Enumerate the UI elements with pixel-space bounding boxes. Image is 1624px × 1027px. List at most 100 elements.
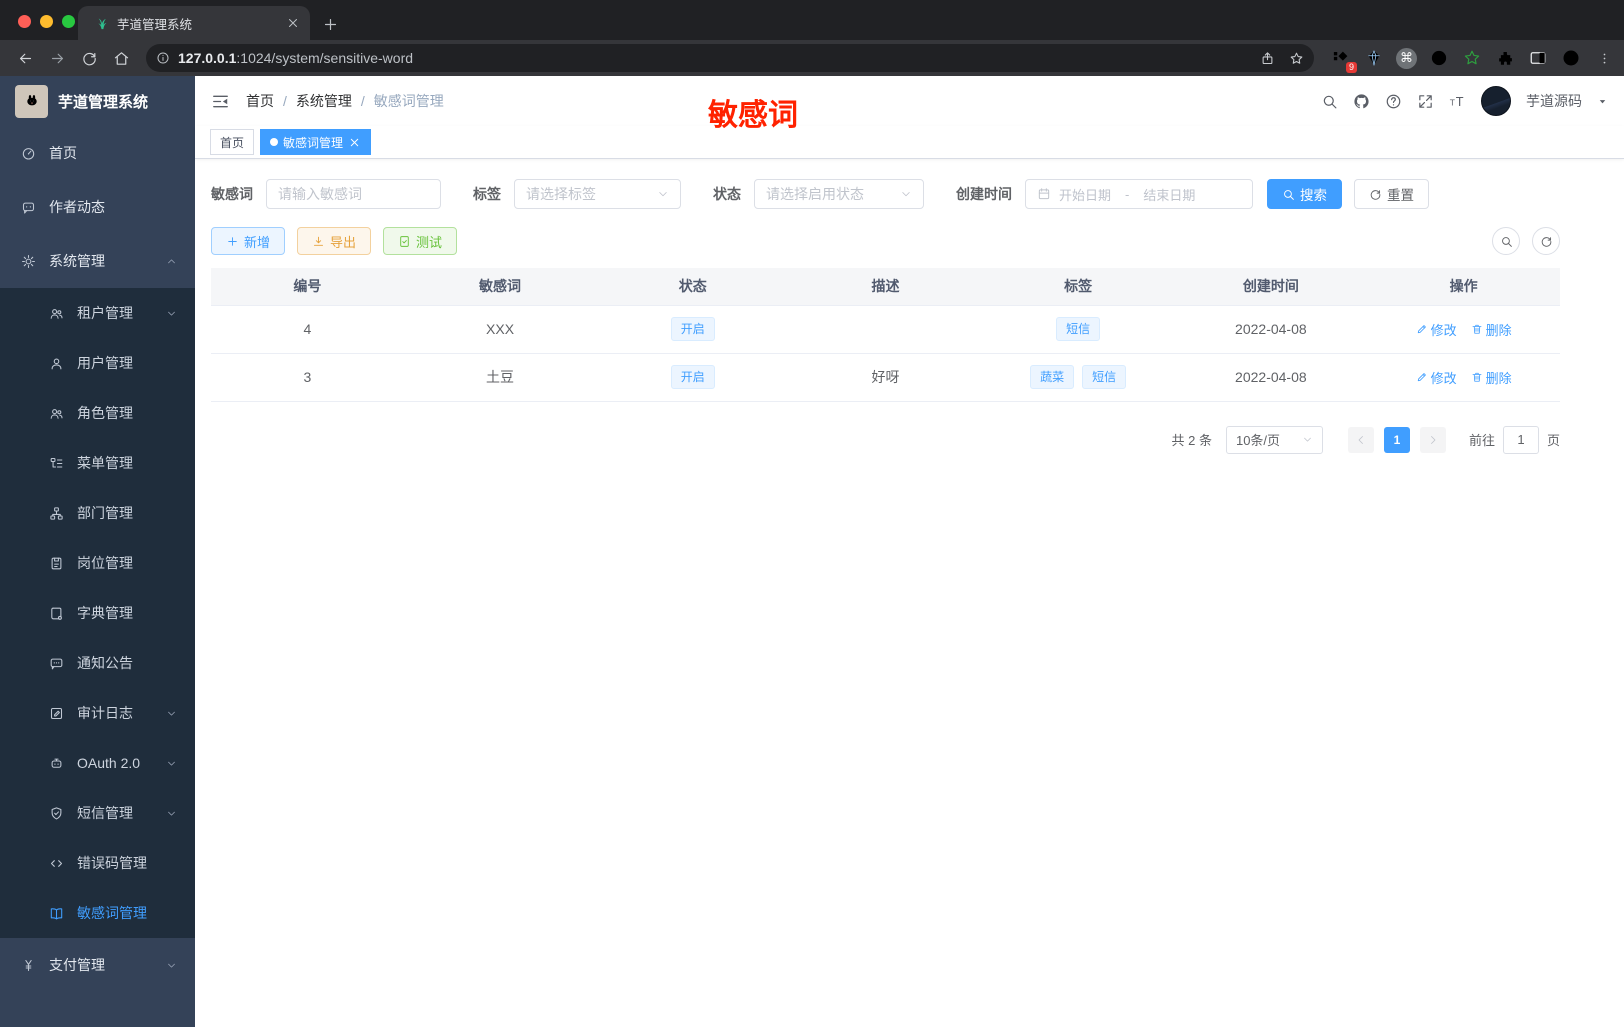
sidebar-item-label: 岗位管理: [77, 555, 133, 571]
refresh-table-icon[interactable]: [1532, 227, 1560, 255]
bookmark-star-icon[interactable]: [1289, 51, 1304, 66]
github-icon[interactable]: [1353, 93, 1370, 110]
export-button[interactable]: 导出: [297, 227, 372, 255]
sidebar-item-菜单管理[interactable]: 菜单管理: [0, 438, 195, 488]
next-page-button[interactable]: [1419, 426, 1446, 453]
collapse-sidebar-icon[interactable]: [211, 92, 230, 111]
font-size-icon[interactable]: TT: [1449, 93, 1466, 110]
page-number-button[interactable]: 1: [1383, 426, 1410, 453]
sidebar-item-角色管理[interactable]: 角色管理: [0, 388, 195, 438]
tab-sensitive-word[interactable]: 敏感词管理: [260, 129, 372, 155]
search-button[interactable]: 搜索: [1267, 179, 1342, 209]
toggle-search-icon[interactable]: [1492, 227, 1520, 255]
keyword-input[interactable]: [266, 179, 441, 209]
sidebar-item-岗位管理[interactable]: 岗位管理: [0, 538, 195, 588]
sidebar-item-label: 敏感词管理: [77, 905, 147, 921]
sidebar-item-支付管理[interactable]: 支付管理: [0, 938, 195, 992]
address-bar[interactable]: 127.0.0.1:1024/system/sensitive-word: [146, 44, 1314, 72]
home-icon[interactable]: [108, 45, 134, 71]
breadcrumb-item[interactable]: 首页: [246, 91, 274, 111]
sidebar-item-用户管理[interactable]: 用户管理: [0, 338, 195, 388]
breadcrumb-item[interactable]: 系统管理: [296, 91, 352, 111]
edit-link[interactable]: 修改: [1416, 320, 1457, 339]
sidebar-item-通知公告[interactable]: 通知公告: [0, 638, 195, 688]
add-button[interactable]: 新增: [211, 227, 286, 255]
sidebar-item-租户管理[interactable]: 租户管理: [0, 288, 195, 338]
extensions-puzzle-icon[interactable]: [1494, 47, 1516, 69]
extension-gem-icon[interactable]: [1363, 47, 1385, 69]
zoom-window-button[interactable]: [62, 15, 75, 28]
tag-badge: 短信: [1082, 365, 1127, 389]
user-avatar[interactable]: [1481, 86, 1511, 116]
profile-avatar-icon[interactable]: [1560, 47, 1582, 69]
tab-close-icon[interactable]: [348, 136, 361, 149]
app-logo-row[interactable]: 芋道管理系统: [0, 76, 195, 126]
cell-created: 2022-04-08: [1174, 304, 1368, 354]
goto-page-input[interactable]: [1502, 425, 1539, 454]
browser-titlebar: 芋道管理系统: [0, 0, 1624, 40]
browser-tab[interactable]: 芋道管理系统: [78, 6, 310, 40]
status-select[interactable]: 请选择启用状态: [754, 179, 924, 209]
date-range-picker[interactable]: 开始日期 - 结束日期: [1025, 179, 1253, 209]
minimize-window-button[interactable]: [40, 15, 53, 28]
test-button-label: 测试: [416, 234, 443, 250]
prev-page-button[interactable]: [1347, 426, 1374, 453]
table-row: 4 XXX 开启 短信 2022-04-08 修改 删除: [211, 304, 1560, 354]
sidebar-item-label: 菜单管理: [77, 455, 133, 471]
search-icon: [1282, 188, 1295, 201]
sidebar-item-系统管理[interactable]: 系统管理: [0, 234, 195, 288]
fullscreen-icon[interactable]: [1417, 93, 1434, 110]
export-button-label: 导出: [330, 234, 357, 250]
edit-icon: [1416, 371, 1428, 383]
macos-traffic-lights: [18, 15, 75, 28]
browser-menu-icon[interactable]: [1597, 51, 1612, 66]
reset-button[interactable]: 重置: [1354, 179, 1429, 209]
page-size-select[interactable]: 10条/页: [1225, 425, 1323, 454]
extension-shortcut-icon[interactable]: ⌘: [1396, 47, 1417, 69]
url-path: :1024/system/sensitive-word: [236, 50, 414, 66]
table-row: 3 土豆 开启 好呀 蔬菜 短信 2022-04-08 修改 删除: [211, 353, 1560, 402]
delete-link[interactable]: 删除: [1471, 320, 1512, 339]
back-icon[interactable]: [12, 45, 38, 71]
site-info-icon[interactable]: [156, 51, 170, 65]
sidebar-item-敏感词管理[interactable]: 敏感词管理: [0, 888, 195, 938]
extension-record-icon[interactable]: [1428, 47, 1450, 69]
close-window-button[interactable]: [18, 15, 31, 28]
dict-icon: [49, 606, 64, 621]
help-icon[interactable]: [1385, 93, 1402, 110]
username[interactable]: 芋道源码: [1526, 91, 1582, 111]
reload-icon[interactable]: [76, 45, 102, 71]
test-button[interactable]: 测试: [383, 227, 458, 255]
end-date-placeholder: 结束日期: [1143, 187, 1196, 203]
tab-close-icon[interactable]: [286, 16, 300, 30]
svg-text:T: T: [1450, 97, 1455, 107]
keyword-label: 敏感词: [211, 186, 253, 202]
chat-icon: [21, 200, 36, 215]
sidebar-item-label: 首页: [49, 145, 77, 161]
edit-link[interactable]: 修改: [1416, 368, 1457, 387]
sidebar-item-短信管理[interactable]: 短信管理: [0, 788, 195, 838]
tab-home[interactable]: 首页: [210, 129, 255, 155]
delete-label: 删除: [1485, 370, 1512, 386]
extension-green-star-icon[interactable]: [1461, 47, 1483, 69]
search-icon[interactable]: [1321, 93, 1338, 110]
tag-select[interactable]: 请选择标签: [514, 179, 681, 209]
sidebar-item-首页[interactable]: 首页: [0, 126, 195, 180]
sidebar-item-OAuth 2.0[interactable]: OAuth 2.0: [0, 738, 195, 788]
extension-badge: 9: [1345, 62, 1357, 73]
side-panel-icon[interactable]: [1527, 47, 1549, 69]
sidebar-item-错误码管理[interactable]: 错误码管理: [0, 838, 195, 888]
share-icon[interactable]: [1260, 51, 1275, 66]
cell-status: 开启: [596, 304, 790, 354]
sidebar-item-部门管理[interactable]: 部门管理: [0, 488, 195, 538]
extension-grid-diamond-icon[interactable]: 9: [1330, 47, 1357, 73]
chevron-down-icon[interactable]: [1597, 96, 1608, 107]
new-tab-button[interactable]: [322, 16, 339, 33]
delete-link[interactable]: 删除: [1471, 368, 1512, 387]
cell-word: 土豆: [403, 353, 597, 402]
sidebar-item-审计日志[interactable]: 审计日志: [0, 688, 195, 738]
breadcrumb-separator: /: [283, 93, 287, 109]
sidebar-item-作者动态[interactable]: 作者动态: [0, 180, 195, 234]
forward-icon[interactable]: [44, 45, 70, 71]
sidebar-item-字典管理[interactable]: 字典管理: [0, 588, 195, 638]
